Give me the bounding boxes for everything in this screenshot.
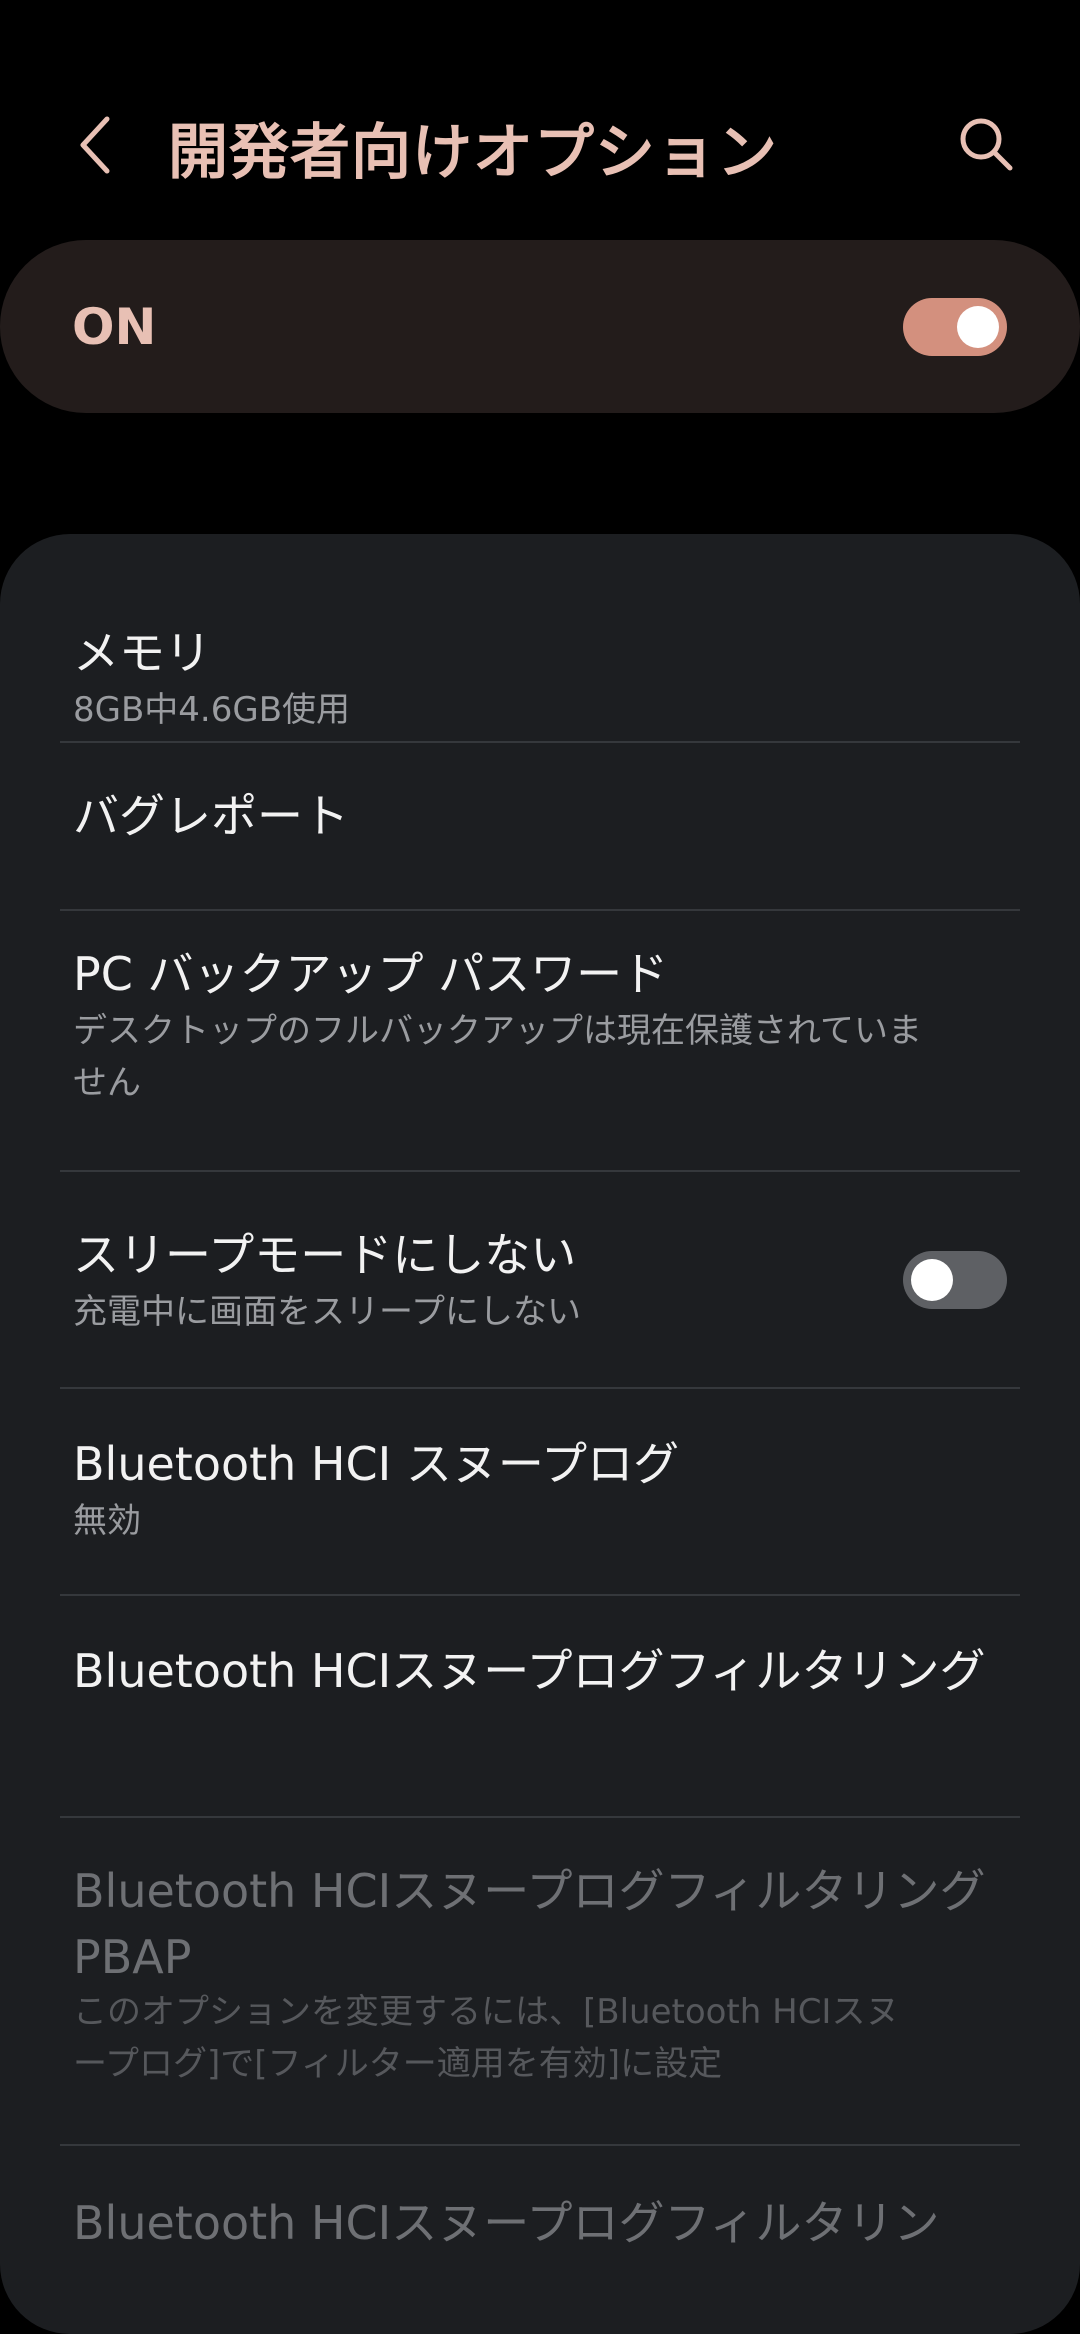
master-switch-label: ON <box>72 298 157 356</box>
setting-bt-hci-snoop-filtering-pbap: Bluetooth HCIスヌープログフィルタリングPBAP このオプションを変… <box>0 1818 1080 2144</box>
search-icon <box>960 118 1013 171</box>
setting-title: Bluetooth HCIスヌープログフィルタリング <box>73 1644 986 1698</box>
setting-title: Bluetooth HCIスヌープログフィルタリングPBAP <box>73 1864 986 1984</box>
setting-stay-awake[interactable]: スリープモードにしない 充電中に画面をスリープにしない <box>0 1172 1080 1387</box>
setting-bt-hci-snoop-log[interactable]: Bluetooth HCI スヌープログ 無効 <box>0 1389 1080 1595</box>
setting-summary: 無効 <box>73 1501 141 1541</box>
setting-title: Bluetooth HCI スヌープログ <box>73 1437 680 1491</box>
app-header: 開発者向けオプション <box>0 0 1080 240</box>
toggle-knob <box>911 1259 953 1301</box>
back-button[interactable] <box>60 100 130 190</box>
master-switch-toggle[interactable] <box>903 298 1007 356</box>
setting-summary: デスクトップのフルバックアップは現在保護されていません <box>73 1011 922 1103</box>
master-switch-bar[interactable]: ON <box>0 240 1080 413</box>
setting-title: スリープモードにしない <box>73 1228 577 1282</box>
setting-bt-hci-snoop-filtering-next: Bluetooth HCIスヌープログフィルタリン <box>0 2146 1080 2266</box>
setting-memory[interactable]: メモリ 8GB中4.6GB使用 <box>0 574 1080 740</box>
setting-title: メモリ <box>73 626 211 680</box>
setting-pc-backup-password[interactable]: PC バックアップ パスワード デスクトップのフルバックアップは現在保護されてい… <box>0 911 1080 1169</box>
stay-awake-toggle[interactable] <box>903 1251 1007 1309</box>
setting-bt-hci-snoop-filtering[interactable]: Bluetooth HCIスヌープログフィルタリング <box>0 1596 1080 1816</box>
setting-title: PC バックアップ パスワード <box>73 947 669 1001</box>
chevron-left-icon <box>80 116 110 174</box>
search-button[interactable] <box>946 104 1026 184</box>
toggle-knob <box>957 306 999 348</box>
setting-bug-report[interactable]: バグレポート <box>0 743 1080 908</box>
page-title: 開発者向けオプション <box>168 118 778 188</box>
setting-title: バグレポート <box>73 789 349 843</box>
setting-summary: 8GB中4.6GB使用 <box>73 690 351 730</box>
settings-list: メモリ 8GB中4.6GB使用 バグレポート PC バックアップ パスワード デ… <box>0 534 1080 2334</box>
setting-title: Bluetooth HCIスヌープログフィルタリン <box>73 2196 940 2250</box>
setting-summary: このオプションを変更するには、[Bluetooth HCIスヌープログ]で[フィ… <box>73 1992 900 2084</box>
setting-summary: 充電中に画面をスリープにしない <box>73 1292 581 1332</box>
